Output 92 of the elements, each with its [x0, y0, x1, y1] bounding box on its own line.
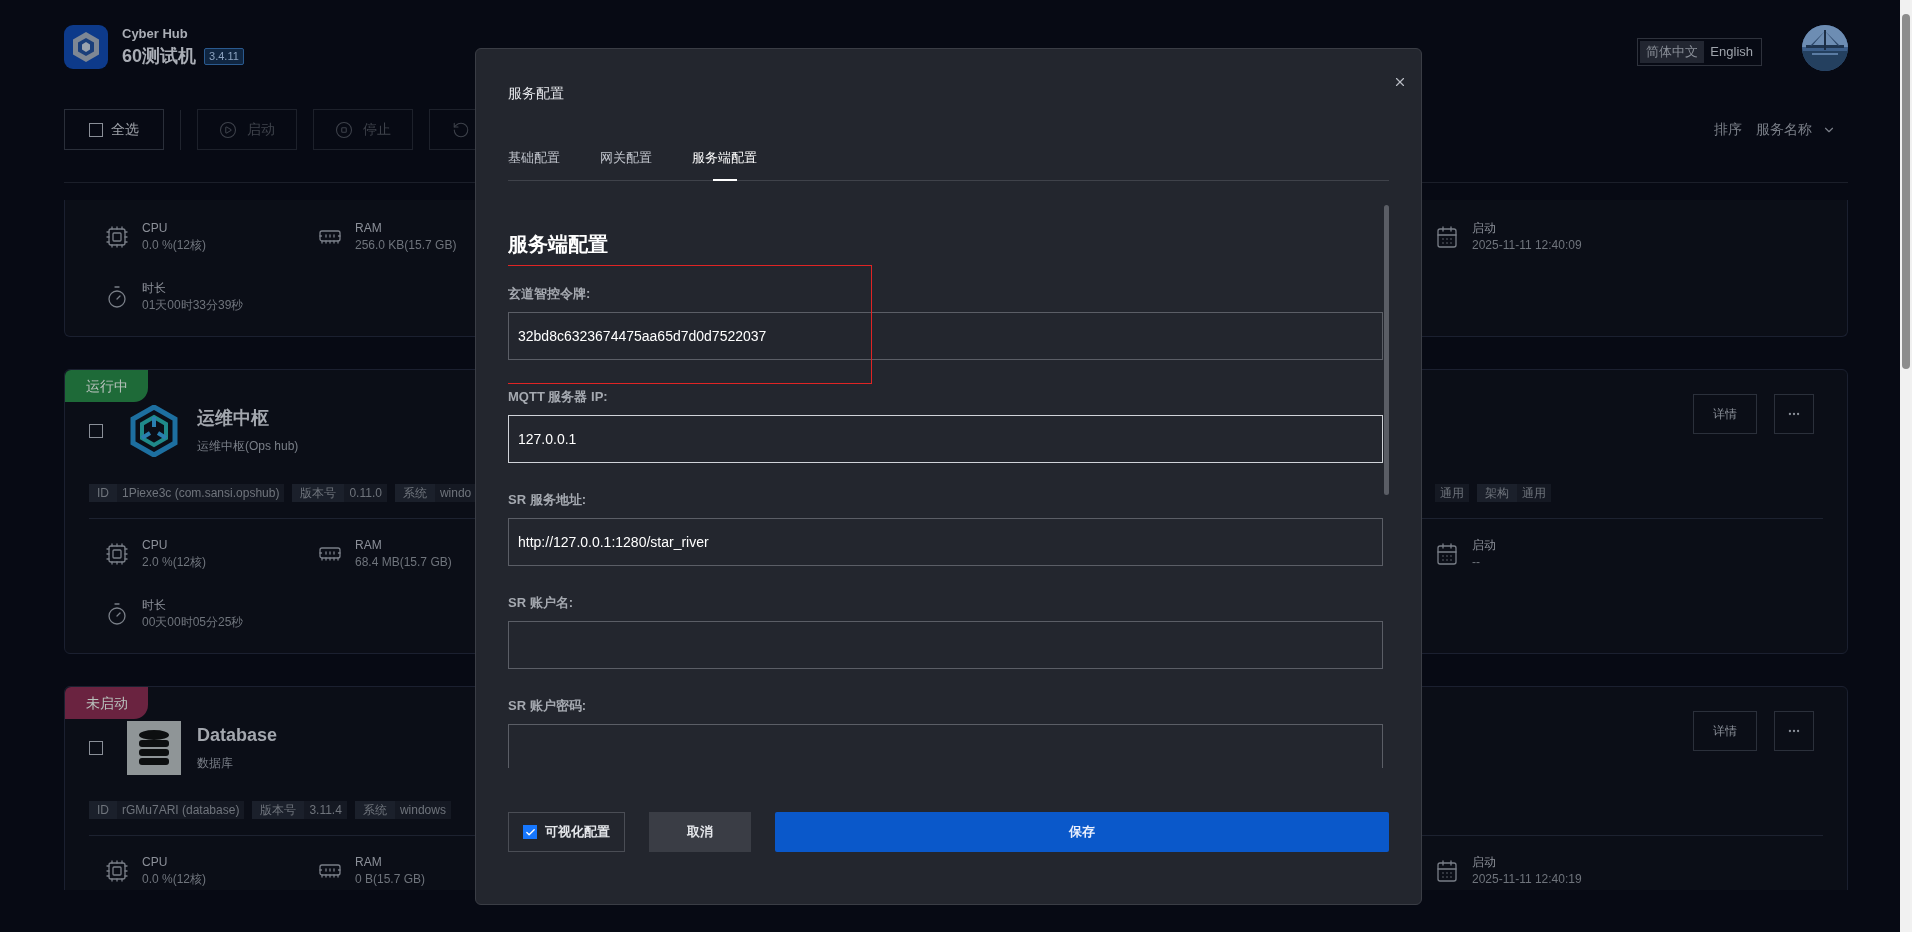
metric-label: 启动 — [1472, 854, 1497, 871]
status-tag: 运行中 — [65, 370, 148, 402]
scrollbar[interactable] — [1900, 0, 1912, 932]
close-icon — [1393, 75, 1407, 89]
section-title: 服务端配置 — [508, 232, 609, 257]
chip-icon — [105, 542, 129, 566]
database-icon — [127, 721, 181, 775]
tag-label: 版本号 — [252, 801, 305, 819]
metric-label: CPU — [142, 854, 169, 871]
calendar-icon — [1435, 542, 1459, 566]
dialog-title: 服务配置 — [508, 84, 564, 103]
play-icon — [219, 120, 237, 139]
sort-label: 排序 — [1714, 120, 1742, 139]
metric-label: 启动 — [1472, 220, 1497, 237]
tag-label: 系统 — [394, 484, 435, 502]
metric-value: 0.0 %(12核) — [142, 871, 207, 888]
metric-value: 68.4 MB(15.7 GB) — [355, 554, 452, 571]
metric-value: 00天00时05分25秒 — [142, 614, 244, 631]
metric-label: CPU — [142, 537, 169, 554]
tag-value: rGMu7ARI (database) — [121, 802, 241, 819]
language-option[interactable]: English — [1704, 41, 1759, 63]
tab[interactable]: 服务端配置 — [692, 149, 757, 167]
field-label: SR 账户名: — [508, 594, 574, 612]
field-label: 玄道智控令牌: — [508, 285, 592, 303]
cancel-button[interactable]: 取消 — [649, 812, 751, 852]
chip-icon — [105, 225, 129, 249]
metric-value: 2025-11-11 12:40:09 — [1472, 237, 1582, 254]
checkbox[interactable] — [89, 741, 103, 755]
metric-label: 时长 — [142, 597, 167, 614]
metric-value: 0 B(15.7 GB) — [355, 871, 426, 888]
tag-label: ID — [89, 484, 117, 502]
chip-icon — [105, 859, 129, 883]
service-title: Database — [197, 724, 278, 746]
field-label: SR 服务地址: — [508, 491, 587, 509]
restart-icon — [452, 120, 470, 139]
input-field[interactable] — [508, 621, 1383, 669]
checkbox[interactable] — [89, 122, 103, 137]
tag-value: windows — [398, 802, 447, 819]
tag-value: windo — [438, 485, 473, 502]
input-field[interactable]: http://127.0.0.1:1280/star_river — [508, 518, 1383, 566]
status-tag: 未启动 — [65, 687, 148, 719]
details-button[interactable]: 详情 — [1693, 711, 1757, 751]
visual-config-checkbox[interactable]: 可视化配置 — [508, 812, 625, 852]
metric-label: RAM — [355, 220, 383, 237]
stop-icon — [335, 120, 353, 139]
metric-label: 时长 — [142, 280, 167, 297]
metric-label: 启动 — [1472, 537, 1496, 554]
language-option[interactable]: 简体中文 — [1640, 41, 1705, 63]
input-field[interactable]: 127.0.0.1 — [508, 415, 1383, 463]
tag-label: ID — [89, 801, 117, 819]
tag-value: 1Piexe3c (com.sansi.opshub) — [121, 485, 281, 502]
select-all-button[interactable]: 全选 — [64, 109, 164, 150]
metric-value: 0.0 %(12核) — [142, 237, 207, 254]
calendar-icon — [1435, 859, 1459, 883]
tag-label: 架构 — [1477, 484, 1517, 502]
logo-icon — [64, 25, 108, 69]
field-label: SR 账户密码: — [508, 697, 587, 715]
metric-label: CPU — [142, 220, 169, 237]
checkbox[interactable] — [89, 424, 103, 438]
tag-value: 通用 — [1521, 485, 1547, 502]
tag-value: 0.11.0 — [348, 485, 383, 502]
metric-value: 01天00时33分39秒 — [142, 297, 244, 314]
metric-value: 2025-11-11 12:40:19 — [1472, 871, 1582, 888]
tag-value: 3.11.4 — [308, 802, 343, 819]
metric-value: 256.0 KB(15.7 GB) — [355, 237, 457, 254]
service-title: 运维中枢 — [197, 407, 270, 429]
metric-value: -- — [1472, 554, 1481, 571]
metric-value: 2.0 %(12核) — [142, 554, 207, 571]
metric-label: RAM — [355, 537, 383, 554]
calendar-icon — [1435, 225, 1459, 249]
input-field[interactable]: 32bd8c6323674475aa65d7d0d7522037 — [508, 312, 1383, 360]
tag-label: 版本号 — [292, 484, 345, 502]
service-subtitle: 数据库 — [197, 755, 234, 772]
save-button[interactable]: 保存 — [775, 812, 1389, 852]
tag-label: 系统 — [354, 801, 395, 819]
machine-name: 60测试机 — [122, 45, 197, 68]
tab[interactable]: 基础配置 — [508, 149, 560, 167]
tab[interactable]: 网关配置 — [600, 149, 652, 167]
active-tab-indicator — [712, 179, 737, 181]
service-subtitle: 运维中枢(Ops hub) — [197, 438, 299, 455]
stopwatch-icon — [105, 602, 129, 626]
input-field[interactable] — [508, 724, 1383, 768]
checkbox[interactable] — [523, 825, 537, 839]
app-name: Cyber Hub — [122, 26, 189, 42]
metric-label: RAM — [355, 854, 383, 871]
field-label: MQTT 服务器 IP: — [508, 388, 609, 406]
tag-value: 通用 — [1439, 485, 1465, 502]
version-badge: 3.4.11 — [204, 47, 244, 65]
stopwatch-icon — [105, 285, 129, 309]
cube-logo-icon — [130, 405, 178, 457]
sort-select[interactable]: 服务名称 — [1756, 119, 1836, 140]
details-button[interactable]: 详情 — [1693, 394, 1757, 434]
